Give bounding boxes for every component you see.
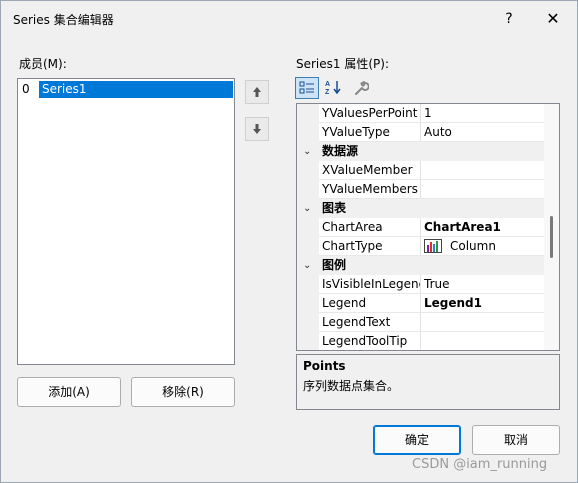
- property-name: LegendToolTip: [322, 334, 408, 348]
- list-item[interactable]: 0 Series1: [20, 81, 233, 98]
- property-pages-button[interactable]: [349, 77, 373, 99]
- category-name: 图例: [322, 258, 347, 272]
- property-value[interactable]: [422, 332, 544, 350]
- divider: [420, 294, 421, 313]
- divider: [420, 313, 421, 332]
- members-label: 成员(M):: [19, 57, 67, 71]
- property-row-legendtooltip[interactable]: LegendToolTip: [297, 332, 545, 350]
- property-value[interactable]: 1: [422, 104, 544, 123]
- property-row-yvaluemembers[interactable]: YValueMembers: [297, 180, 545, 199]
- divider: [420, 275, 421, 294]
- divider: [420, 180, 421, 199]
- divider: [420, 332, 421, 350]
- categorized-icon: [299, 81, 314, 94]
- property-value-container[interactable]: Column: [422, 237, 544, 256]
- property-row-yvaluetype[interactable]: YValueType Auto: [297, 123, 545, 142]
- cancel-button[interactable]: 取消: [472, 425, 560, 455]
- property-row-isvisibleinlegend[interactable]: IsVisibleInLegend True: [297, 275, 545, 294]
- divider: [420, 161, 421, 180]
- property-row-charttype[interactable]: ChartType Column: [297, 237, 545, 256]
- category-row-legend[interactable]: ⌄ 图例: [297, 256, 545, 275]
- wrench-icon: [355, 81, 370, 95]
- property-name: ChartType: [322, 239, 383, 253]
- help-button[interactable]: ?: [495, 7, 523, 31]
- divider: [420, 218, 421, 237]
- property-row-yvaluesperpoint[interactable]: YValuesPerPoint 1: [297, 104, 545, 123]
- divider: [420, 104, 421, 123]
- arrow-up-icon: [253, 87, 261, 97]
- svg-text:A: A: [325, 81, 330, 88]
- category-name: 数据源: [322, 144, 359, 158]
- description-title: Points: [303, 359, 346, 373]
- alphabetical-button[interactable]: A Z: [321, 77, 345, 99]
- property-toolbar: A Z: [295, 77, 375, 101]
- property-row-legend[interactable]: Legend Legend1: [297, 294, 545, 313]
- move-up-button[interactable]: [245, 80, 269, 104]
- window-title: Series 集合编辑器: [13, 13, 114, 27]
- category-row-datasource[interactable]: ⌄ 数据源: [297, 142, 545, 161]
- property-value[interactable]: [422, 180, 544, 199]
- watermark: CSDN @iam_running: [412, 457, 548, 472]
- property-name: YValueMembers: [322, 182, 418, 196]
- category-row-chart[interactable]: ⌄ 图表: [297, 199, 545, 218]
- scrollbar-thumb[interactable]: [550, 216, 553, 258]
- properties-label: Series1 属性(P):: [296, 57, 389, 71]
- property-name: YValuesPerPoint: [322, 106, 418, 120]
- divider: [420, 123, 421, 142]
- description-panel: Points 序列数据点集合。: [296, 354, 560, 410]
- property-grid-scrollbar[interactable]: [544, 104, 559, 350]
- divider: [420, 237, 421, 256]
- property-value: Column: [450, 239, 496, 253]
- column-chart-icon: [424, 238, 442, 253]
- property-value[interactable]: [422, 313, 544, 332]
- arrow-down-icon: [253, 124, 261, 134]
- property-name: Legend: [322, 296, 367, 310]
- property-name: IsVisibleInLegend: [322, 277, 421, 291]
- members-list[interactable]: 0 Series1: [17, 78, 235, 365]
- property-grid[interactable]: YValuesPerPoint 1 YValueType Auto ⌄ 数据源 …: [296, 103, 560, 351]
- property-row-chartarea[interactable]: ChartArea ChartArea1: [297, 218, 545, 237]
- description-text: 序列数据点集合。: [303, 379, 400, 393]
- collapse-chevron-icon[interactable]: ⌄: [303, 199, 311, 218]
- property-row-xvaluemember[interactable]: XValueMember: [297, 161, 545, 180]
- move-down-button[interactable]: [245, 117, 269, 141]
- alphabetical-icon: A Z: [325, 81, 341, 96]
- remove-button[interactable]: 移除(R): [131, 377, 235, 407]
- svg-text:Z: Z: [325, 89, 330, 95]
- property-name: XValueMember: [322, 163, 413, 177]
- close-button[interactable]: ✕: [539, 7, 567, 31]
- collapse-chevron-icon[interactable]: ⌄: [303, 256, 311, 275]
- property-name: LegendText: [322, 315, 391, 329]
- member-name[interactable]: Series1: [39, 81, 233, 98]
- property-row-legendtext[interactable]: LegendText: [297, 313, 545, 332]
- category-name: 图表: [322, 201, 347, 215]
- property-value[interactable]: Legend1: [422, 294, 544, 313]
- add-button[interactable]: 添加(A): [17, 377, 121, 407]
- title-bar: Series 集合编辑器 ? ✕: [1, 1, 577, 37]
- property-name: ChartArea: [322, 220, 383, 234]
- categorized-button[interactable]: [295, 77, 319, 99]
- series-collection-editor-dialog: Series 集合编辑器 ? ✕ 成员(M): 0 Series1 添加(A) …: [0, 0, 578, 483]
- property-value[interactable]: Auto: [422, 123, 544, 142]
- collapse-chevron-icon[interactable]: ⌄: [303, 142, 311, 161]
- property-value[interactable]: [422, 161, 544, 180]
- property-value[interactable]: ChartArea1: [422, 218, 544, 237]
- member-index: 0: [22, 82, 30, 96]
- property-value[interactable]: True: [422, 275, 544, 294]
- ok-button[interactable]: 确定: [373, 425, 461, 455]
- property-name: YValueType: [322, 125, 390, 139]
